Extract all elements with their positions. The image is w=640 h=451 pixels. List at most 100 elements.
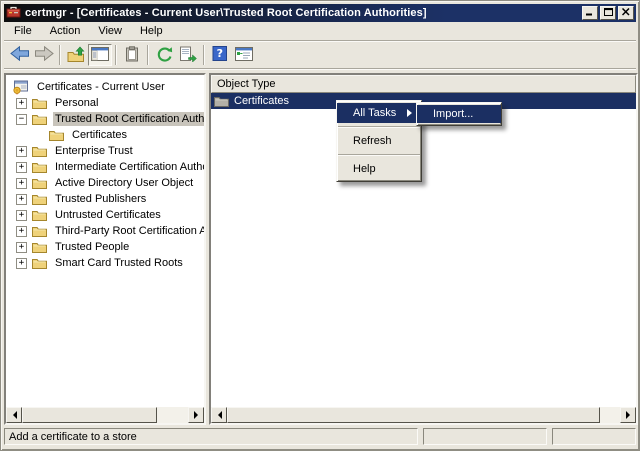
up-folder-icon [67, 46, 86, 65]
menu-view[interactable]: View [89, 23, 131, 39]
tree-item-label: Certificates [72, 129, 128, 141]
scrollbar-thumb[interactable] [227, 407, 600, 423]
certificates-folder-icon [214, 95, 231, 107]
tree-item-active-directory-user-object[interactable]: + Active Directory User Object [6, 175, 204, 191]
column-header-label: Object Type [217, 78, 276, 90]
tree-item-enterprise-trust[interactable]: + Enterprise Trust [6, 143, 204, 159]
svg-text:?: ? [217, 47, 223, 60]
tree-item-label: Enterprise Trust [55, 145, 133, 157]
tree-item-untrusted-certificates[interactable]: + Untrusted Certificates [6, 207, 204, 223]
menu-separator [338, 126, 420, 128]
scroll-right-button[interactable] [620, 407, 636, 423]
toolbar-separator [147, 45, 149, 65]
expand-plus-icon[interactable]: + [16, 241, 27, 253]
tree-item-label-selected: Trusted Root Certification Authorities [53, 112, 204, 126]
menu-item-import[interactable]: Import... [417, 105, 501, 123]
tree-root-certificates-current-user[interactable]: Certificates - Current User [6, 79, 204, 95]
scrollbar-thumb[interactable] [22, 407, 157, 423]
status-bar: Add a certificate to a store [4, 427, 636, 449]
help-button[interactable]: ? [208, 44, 232, 66]
certmgr-app-icon [6, 5, 21, 21]
certmgr-window: certmgr - [Certificates - Current User\T… [0, 0, 640, 451]
folder-icon [32, 161, 49, 173]
main-area: Certificates - Current User + Personal −… [1, 70, 639, 425]
tree-item-trusted-root-certification-authorities[interactable]: − Trusted Root Certification Authorities [6, 111, 204, 127]
collapse-minus-icon[interactable]: − [16, 113, 27, 125]
menu-action[interactable]: Action [41, 23, 90, 39]
window-title: certmgr - [Certificates - Current User\T… [25, 7, 427, 19]
toolbar: ? [4, 42, 636, 68]
scroll-left-icon [9, 411, 17, 419]
back-button[interactable] [8, 44, 32, 66]
tree-item-trusted-people[interactable]: + Trusted People [6, 239, 204, 255]
scroll-right-button[interactable] [188, 407, 204, 423]
menu-item-help[interactable]: Help [337, 159, 421, 179]
scroll-left-button[interactable] [6, 407, 22, 423]
tree-item-label: Intermediate Certification Authorities [55, 161, 204, 173]
toolbar-separator [203, 45, 205, 65]
column-header-object-type[interactable]: Object Type [211, 75, 636, 93]
menu-file[interactable]: File [5, 23, 41, 39]
tree-item-smart-card-trusted-roots[interactable]: + Smart Card Trusted Roots [6, 255, 204, 271]
folder-icon [32, 113, 49, 125]
tree-item-intermediate-certification-authorities[interactable]: + Intermediate Certification Authorities [6, 159, 204, 175]
scroll-left-button[interactable] [211, 407, 227, 423]
minimize-icon [586, 7, 594, 19]
export-list-icon [179, 46, 197, 65]
menu-help[interactable]: Help [131, 23, 172, 39]
tree-item-trusted-publishers[interactable]: + Trusted Publishers [6, 191, 204, 207]
list-item-label: Certificates [234, 95, 290, 107]
up-one-level-button[interactable] [64, 44, 88, 66]
maximize-button[interactable] [600, 6, 616, 20]
back-icon [10, 45, 30, 64]
forward-button[interactable] [32, 44, 56, 66]
expand-plus-icon[interactable]: + [16, 177, 27, 189]
status-section [423, 428, 547, 445]
menu-bar: File Action View Help [4, 22, 636, 40]
show-action-pane-button[interactable] [232, 44, 256, 66]
scroll-left-icon [214, 411, 222, 419]
all-tasks-submenu: Import... [416, 102, 502, 126]
expand-plus-icon[interactable]: + [16, 97, 27, 109]
export-list-button[interactable] [176, 44, 200, 66]
tree-item-label: Third-Party Root Certification Authoriti… [55, 225, 204, 237]
menu-separator [338, 154, 420, 156]
tree-horizontal-scrollbar[interactable] [6, 407, 204, 423]
expand-plus-icon[interactable]: + [16, 193, 27, 205]
menu-item-label: Refresh [353, 135, 392, 147]
title-bar[interactable]: certmgr - [Certificates - Current User\T… [4, 4, 636, 22]
paste-button[interactable] [120, 44, 144, 66]
folder-icon [32, 241, 49, 253]
status-message: Add a certificate to a store [4, 428, 418, 445]
certificate-tree: Certificates - Current User + Personal −… [6, 75, 204, 407]
scrollbar-track[interactable] [157, 407, 188, 423]
tree-item-label: Trusted Publishers [55, 193, 147, 205]
show-console-tree-button[interactable] [88, 44, 112, 66]
scroll-right-icon [193, 411, 202, 419]
expand-plus-icon[interactable]: + [16, 161, 27, 173]
tree-item-certificates[interactable]: Certificates [6, 127, 204, 143]
scrollbar-track[interactable] [600, 407, 620, 423]
close-button[interactable] [618, 6, 634, 20]
expand-plus-icon[interactable]: + [16, 145, 27, 157]
folder-icon [32, 209, 49, 221]
menu-item-all-tasks[interactable]: All Tasks [337, 103, 421, 123]
refresh-icon [156, 46, 173, 65]
minimize-button[interactable] [582, 6, 598, 20]
expand-plus-icon[interactable]: + [16, 209, 27, 221]
expand-plus-icon[interactable]: + [16, 257, 27, 269]
certificates-store-icon [12, 80, 31, 95]
tree-item-label: Trusted People [55, 241, 130, 253]
expand-plus-icon[interactable]: + [16, 225, 27, 237]
menu-item-label: Import... [433, 108, 474, 120]
list-horizontal-scrollbar[interactable] [211, 407, 636, 423]
tree-item-personal[interactable]: + Personal [6, 95, 204, 111]
menu-item-refresh[interactable]: Refresh [337, 131, 421, 151]
tree-item-third-party-root-certification-authorities[interactable]: + Third-Party Root Certification Authori… [6, 223, 204, 239]
forward-icon [34, 45, 54, 64]
submenu-arrow-icon [407, 109, 416, 117]
folder-icon [32, 225, 49, 237]
maximize-icon [603, 7, 613, 19]
refresh-button[interactable] [152, 44, 176, 66]
tree-item-label: Certificates - Current User [37, 81, 165, 93]
